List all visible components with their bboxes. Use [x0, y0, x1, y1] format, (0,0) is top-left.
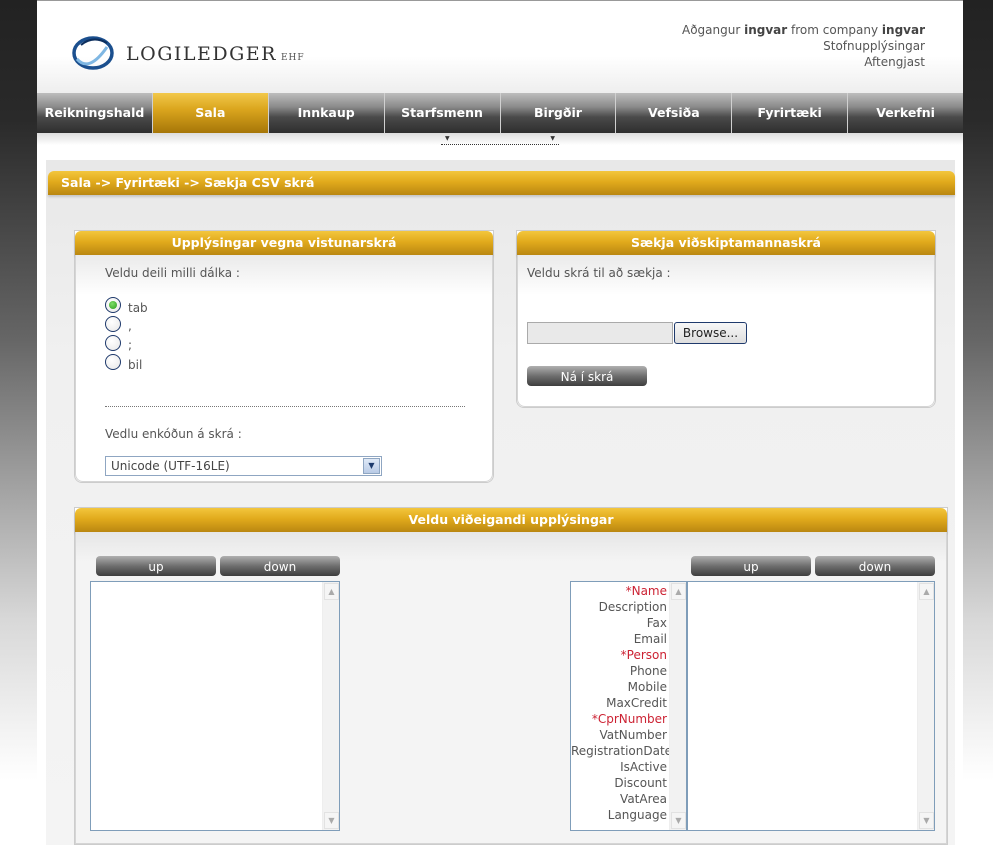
selected-fields-scrollbar[interactable]: ▲ ▼ — [322, 582, 339, 830]
browse-button[interactable]: Browse... — [674, 322, 747, 344]
subnav-marker — [441, 135, 559, 145]
list-item[interactable]: Language — [571, 807, 669, 823]
list-item[interactable]: Description — [571, 599, 669, 615]
select-fields-panel-title: Veldu viðeigandi upplýsingar — [75, 508, 947, 532]
access-prefix: Aðgangur — [681, 23, 741, 37]
nav-item-vefsida[interactable]: Vefsiða — [616, 93, 733, 133]
delimiter-radio-space[interactable] — [105, 354, 121, 370]
content-area: Sala -> Fyrirtæki -> Sækja CSV skrá Uppl… — [46, 160, 955, 845]
file-info-panel: Upplýsingar vegna vistunarskrá Veldu dei… — [74, 230, 494, 483]
file-path-input[interactable] — [527, 322, 673, 344]
list-item[interactable]: RegistrationDate — [571, 743, 672, 759]
user-box: Aðgangur ingvar from company ingvar Stof… — [682, 22, 925, 70]
main-nav: Reikningshald Sala Innkaup Starfsmenn Bi… — [37, 93, 963, 140]
list-item[interactable]: Phone — [571, 663, 669, 679]
user-name: ingvar — [744, 23, 788, 37]
list-item[interactable]: VatArea — [571, 791, 669, 807]
encoding-label: Vedlu enkóðun á skrá : — [105, 427, 242, 441]
delimiter-option-space: bil — [128, 358, 143, 372]
nav-item-sala[interactable]: Sala — [152, 93, 269, 140]
user-line: Aðgangur ingvar from company ingvar — [682, 22, 925, 38]
scroll-up-icon[interactable]: ▲ — [919, 583, 934, 600]
available-fields-list[interactable]: *Name Description Fax Email *Person Phon… — [570, 581, 687, 831]
mapped-fields-list[interactable]: ▲ ▼ — [687, 581, 935, 831]
selected-fields-list[interactable]: ▲ ▼ — [90, 581, 340, 831]
upload-panel: Sækja viðskiptamannaskrá Veldu skrá til … — [516, 230, 936, 408]
basic-info-link[interactable]: Stofnupplýsingar — [682, 38, 925, 54]
available-fields: *Name Description Fax Email *Person Phon… — [571, 583, 672, 823]
list-item[interactable]: *Person — [571, 647, 669, 663]
breadcrumb: Sala -> Fyrirtæki -> Sækja CSV skrá — [48, 171, 955, 195]
delimiter-radio-tab[interactable] — [105, 297, 121, 313]
list-item[interactable]: Fax — [571, 615, 669, 631]
list-item[interactable]: Discount — [571, 775, 669, 791]
list-item[interactable]: Mobile — [571, 679, 669, 695]
list-item[interactable]: IsActive — [571, 759, 669, 775]
scroll-down-icon[interactable]: ▼ — [671, 812, 686, 829]
list-item[interactable]: *CprNumber — [571, 711, 669, 727]
left-down-button[interactable]: down — [220, 556, 340, 576]
scroll-up-icon[interactable]: ▲ — [324, 583, 339, 600]
nav-item-reikningshald[interactable]: Reikningshald — [37, 93, 153, 133]
brand-name: LOGILEDGER EHF — [126, 43, 305, 65]
page: LOGILEDGER EHF Aðgangur ingvar from compa… — [37, 0, 963, 845]
left-up-button[interactable]: up — [96, 556, 216, 576]
company-prefix: from company — [791, 23, 879, 37]
fetch-file-button[interactable]: Ná í skrá — [527, 366, 647, 386]
select-fields-panel-body: up down up down ▲ ▼ *Name Description Fa… — [75, 532, 947, 844]
right-up-button[interactable]: up — [691, 556, 811, 576]
list-item[interactable]: Email — [571, 631, 669, 647]
list-item[interactable]: VatNumber — [571, 727, 669, 743]
scroll-up-icon[interactable]: ▲ — [671, 583, 686, 600]
nav-item-innkaup[interactable]: Innkaup — [269, 93, 385, 133]
list-item[interactable]: *Name — [571, 583, 669, 599]
upload-panel-title: Sækja viðskiptamannaskrá — [517, 231, 935, 255]
available-fields-scrollbar[interactable]: ▲ ▼ — [669, 582, 686, 830]
encoding-select[interactable]: Unicode (UTF-16LE) ▼ — [105, 456, 382, 476]
logout-link[interactable]: Aftengjast — [682, 54, 925, 70]
brand-suffix: EHF — [280, 53, 305, 63]
right-down-button[interactable]: down — [815, 556, 935, 576]
divider — [105, 406, 465, 407]
delimiter-label: Veldu deili milli dálka : — [105, 266, 240, 280]
list-item[interactable]: MaxCredit — [571, 695, 669, 711]
select-fields-panel: Veldu viðeigandi upplýsingar up down up … — [74, 507, 948, 845]
logo-swirl-icon — [72, 36, 114, 70]
delimiter-option-tab: tab — [128, 301, 148, 315]
delimiter-option-semicolon: ; — [128, 338, 133, 352]
nav-item-fyrirtaeki[interactable]: Fyrirtæki — [732, 93, 849, 133]
mapped-fields-scrollbar[interactable]: ▲ ▼ — [917, 582, 934, 830]
company-name: ingvar — [881, 23, 925, 37]
scroll-down-icon[interactable]: ▼ — [919, 812, 934, 829]
delimiter-option-comma: , — [128, 319, 132, 333]
delimiter-radio-comma[interactable] — [105, 316, 121, 332]
header: LOGILEDGER EHF Aðgangur ingvar from compa… — [37, 0, 963, 93]
chevron-down-icon[interactable]: ▼ — [363, 458, 380, 474]
file-info-panel-title: Upplýsingar vegna vistunarskrá — [75, 231, 493, 255]
encoding-select-value: Unicode (UTF-16LE) — [111, 459, 230, 473]
file-info-panel-body: Veldu deili milli dálka : tab , ; bil Ve… — [75, 255, 493, 482]
nav-item-birgdir[interactable]: Birgðir — [501, 93, 617, 133]
nav-item-starfsmenn[interactable]: Starfsmenn — [385, 93, 501, 133]
scroll-down-icon[interactable]: ▼ — [324, 812, 339, 829]
upload-panel-body: Veldu skrá til að sækja : Browse... Ná í… — [517, 255, 935, 407]
delimiter-radio-semicolon[interactable] — [105, 335, 121, 351]
nav-item-verkefni[interactable]: Verkefni — [848, 93, 963, 133]
logo[interactable]: LOGILEDGER EHF — [71, 31, 351, 79]
choose-file-label: Veldu skrá til að sækja : — [527, 266, 671, 280]
